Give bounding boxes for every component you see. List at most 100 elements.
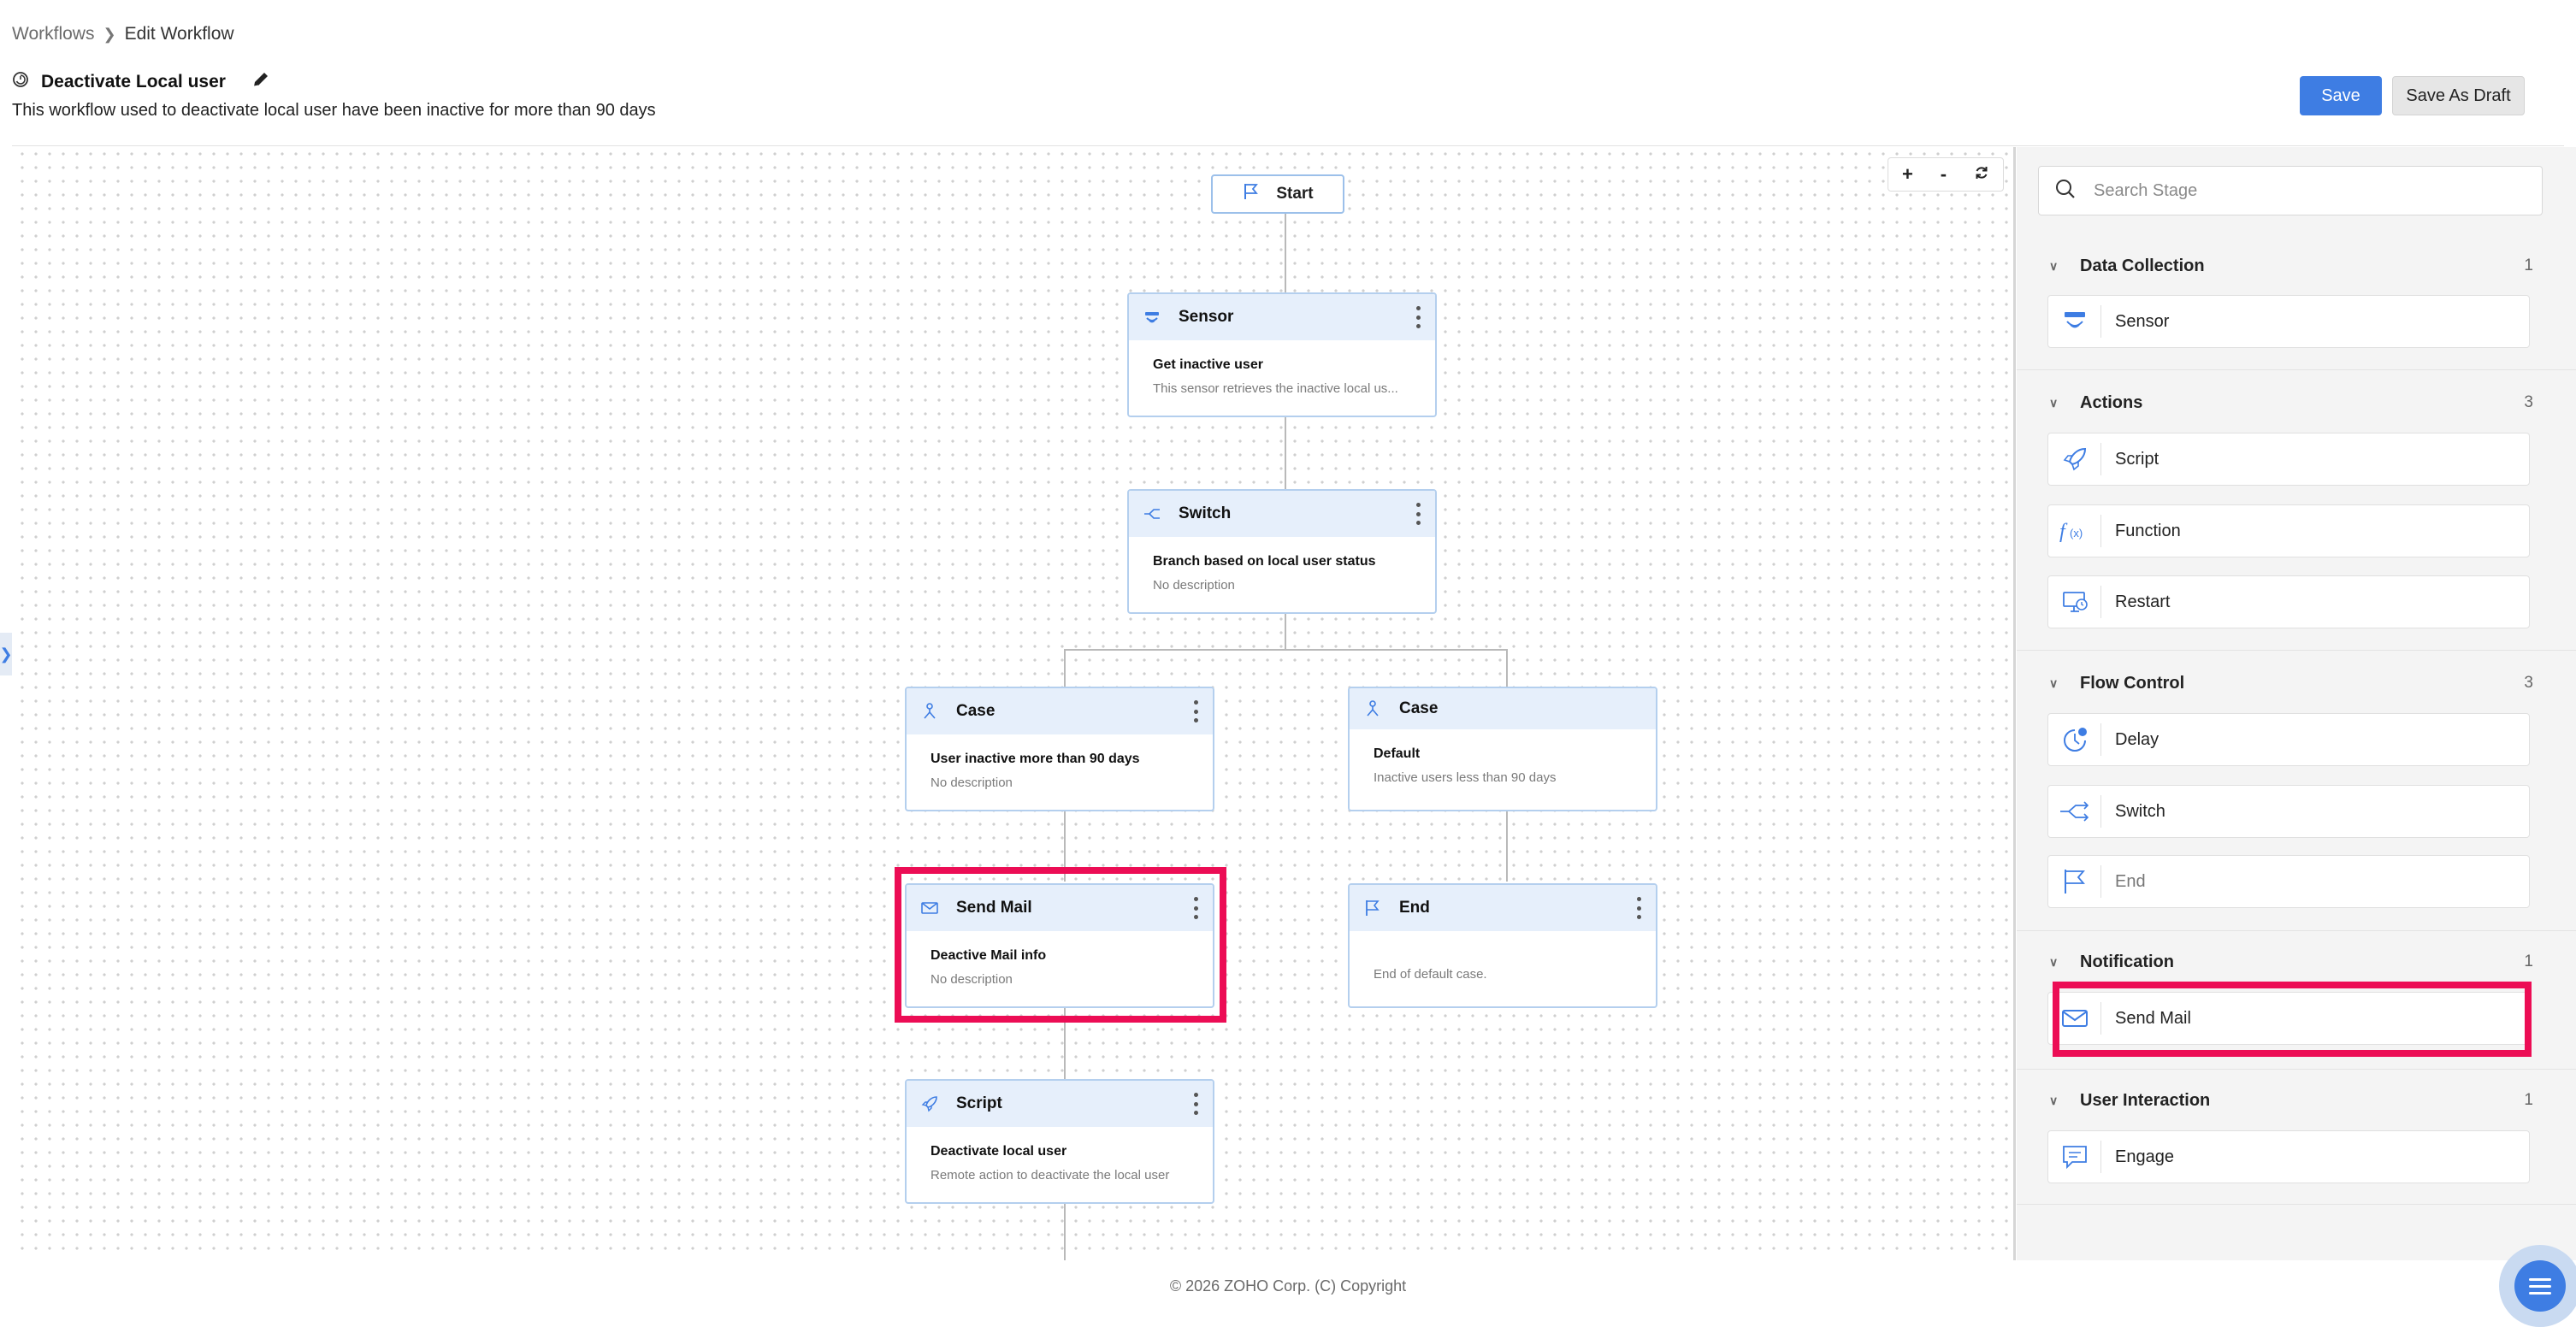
case-node-default[interactable]: Case Default Inactive users less than 90… xyxy=(1348,687,1657,811)
chevron-down-icon: ∨ xyxy=(2049,258,2059,273)
node-title: End xyxy=(1399,899,1430,917)
node-label: Deactivate local user xyxy=(931,1144,1067,1159)
switch-icon xyxy=(1141,503,1163,525)
flag-icon xyxy=(2048,865,2101,898)
end-node[interactable]: End End of default case. xyxy=(1348,883,1657,1008)
refresh-icon[interactable] xyxy=(1974,163,1989,186)
node-description: This sensor retrieves the inactive local… xyxy=(1153,381,1398,396)
chevron-down-icon: ∨ xyxy=(2049,954,2059,969)
edit-pencil-icon[interactable] xyxy=(251,70,270,93)
script-node[interactable]: Script Deactivate local user Remote acti… xyxy=(905,1079,1214,1204)
section-count: 1 xyxy=(2524,1091,2533,1109)
stage-item-function[interactable]: f (x) Function xyxy=(2047,504,2530,557)
node-description: No description xyxy=(1153,578,1235,593)
node-header: Sensor xyxy=(1129,294,1435,340)
node-title: Case xyxy=(1399,699,1439,717)
node-header: Switch xyxy=(1129,491,1435,537)
stage-item-label: Script xyxy=(2115,449,2159,469)
section-count: 3 xyxy=(2524,674,2533,692)
menu-icon[interactable] xyxy=(2514,1260,2566,1312)
save-as-draft-button[interactable]: Save As Draft xyxy=(2392,76,2525,115)
section-data-collection[interactable]: ∨ Data Collection 1 xyxy=(2049,255,2533,277)
section-title: Data Collection xyxy=(2080,256,2205,275)
start-label: Start xyxy=(1276,185,1314,203)
header-divider xyxy=(12,145,2564,146)
stage-item-script[interactable]: Script xyxy=(2047,433,2530,486)
search-placeholder: Search Stage xyxy=(2094,180,2198,200)
section-divider xyxy=(2017,930,2576,931)
connector-line xyxy=(1285,214,1286,294)
section-title: User Interaction xyxy=(2080,1090,2211,1110)
chat-bubble-icon xyxy=(2048,1141,2101,1173)
rocket-icon xyxy=(919,1093,941,1115)
chevron-down-icon: ∨ xyxy=(2049,1093,2059,1107)
start-node[interactable]: Start xyxy=(1211,174,1344,214)
case-node-90-days[interactable]: Case User inactive more than 90 days No … xyxy=(905,687,1214,811)
search-stage-input[interactable]: Search Stage xyxy=(2038,166,2543,215)
sensor-node[interactable]: Sensor Get inactive user This sensor ret… xyxy=(1127,292,1437,417)
section-user-interaction[interactable]: ∨ User Interaction 1 xyxy=(2049,1089,2533,1112)
rocket-icon xyxy=(2048,443,2101,475)
node-label: Default xyxy=(1374,746,1421,761)
search-icon xyxy=(2054,178,2077,204)
stage-item-switch[interactable]: Switch xyxy=(2047,785,2530,838)
breadcrumb: Workflows ❯ Edit Workflow xyxy=(12,24,234,44)
connector-line xyxy=(1285,417,1286,489)
section-divider xyxy=(2017,650,2576,651)
more-options-icon[interactable] xyxy=(1416,306,1421,328)
zoom-out-button[interactable]: - xyxy=(1941,163,1947,186)
send-mail-node-highlight xyxy=(895,867,1226,1023)
save-button[interactable]: Save xyxy=(2300,76,2382,115)
breadcrumb-workflows-link[interactable]: Workflows xyxy=(12,24,94,44)
node-label: Branch based on local user status xyxy=(1153,554,1376,569)
section-actions[interactable]: ∨ Actions 3 xyxy=(2049,392,2533,414)
connector-line xyxy=(1506,649,1508,687)
more-options-icon[interactable] xyxy=(1637,897,1642,919)
more-options-icon[interactable] xyxy=(1194,700,1199,722)
stage-item-restart[interactable]: Restart xyxy=(2047,575,2530,628)
section-count: 3 xyxy=(2524,393,2533,411)
chevron-down-icon: ∨ xyxy=(2049,395,2059,410)
chevron-right-icon: ❯ xyxy=(0,645,13,663)
stage-item-label: End xyxy=(2115,871,2146,891)
section-notification[interactable]: ∨ Notification 1 xyxy=(2049,951,2533,973)
stage-item-label: Sensor xyxy=(2115,311,2170,331)
node-header: Case xyxy=(1350,688,1656,729)
stage-item-end[interactable]: End xyxy=(2047,855,2530,908)
node-title: Script xyxy=(956,1094,1002,1112)
flag-icon xyxy=(1242,182,1261,206)
node-label: User inactive more than 90 days xyxy=(931,752,1140,766)
breadcrumb-current: Edit Workflow xyxy=(124,24,234,44)
stage-item-delay[interactable]: Delay xyxy=(2047,713,2530,766)
zoom-in-button[interactable]: + xyxy=(1902,163,1913,186)
section-title: Actions xyxy=(2080,392,2143,412)
chevron-down-icon: ∨ xyxy=(2049,675,2059,690)
node-description: Remote action to deactivate the local us… xyxy=(931,1168,1170,1183)
delay-timer-icon xyxy=(2048,723,2101,756)
node-description: No description xyxy=(931,776,1013,790)
node-header: Script xyxy=(907,1081,1213,1127)
section-flow-control[interactable]: ∨ Flow Control 3 xyxy=(2049,672,2533,694)
section-divider xyxy=(2017,369,2576,370)
chevron-right-icon: ❯ xyxy=(103,25,116,43)
node-title: Switch xyxy=(1179,504,1232,522)
restart-monitor-icon xyxy=(2048,586,2101,618)
svg-text:f: f xyxy=(2059,521,2068,543)
expand-sidebar-toggle[interactable]: ❯ xyxy=(0,633,13,675)
stage-item-label: Function xyxy=(2115,521,2181,540)
stage-item-engage[interactable]: Engage xyxy=(2047,1130,2530,1183)
stage-item-sensor[interactable]: Sensor xyxy=(2047,295,2530,348)
more-options-icon[interactable] xyxy=(1416,503,1421,525)
footer-copyright: © 2026 ZOHO Corp. (C) Copyright xyxy=(1169,1277,1407,1295)
case-branch-icon xyxy=(1362,698,1384,720)
more-options-icon[interactable] xyxy=(1194,1093,1199,1115)
switch-node[interactable]: Switch Branch based on local user status… xyxy=(1127,489,1437,614)
section-divider xyxy=(2017,1204,2576,1205)
workflow-title-row: Deactivate Local user xyxy=(12,70,270,93)
workflow-title: Deactivate Local user xyxy=(41,71,226,91)
function-icon: f (x) xyxy=(2048,515,2101,547)
workflow-status-icon xyxy=(12,71,29,92)
svg-text:(x): (x) xyxy=(2070,527,2083,540)
section-title: Notification xyxy=(2080,952,2174,971)
zoom-controls: + - xyxy=(1888,157,2004,192)
